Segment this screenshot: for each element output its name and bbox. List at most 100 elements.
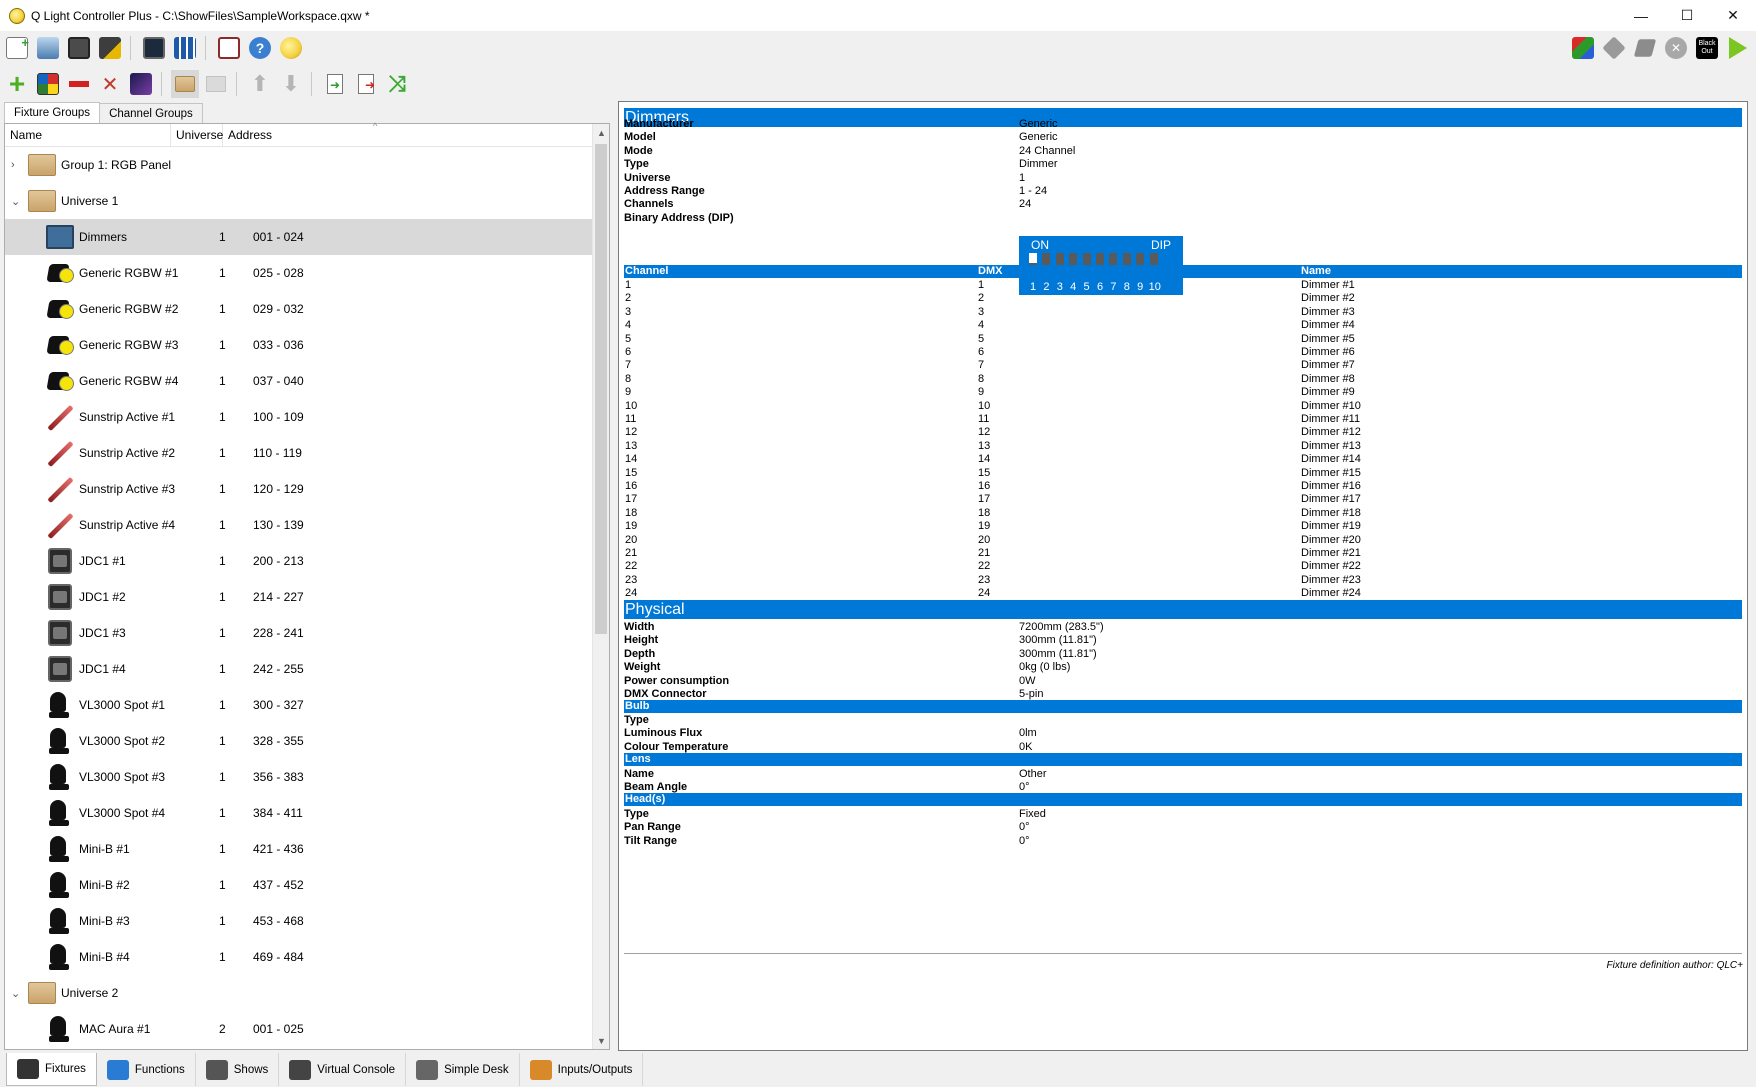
toolbar-separator	[236, 72, 237, 96]
save-as-icon[interactable]	[96, 34, 124, 62]
tree-row[interactable]: Generic RGBW #3 1 033 - 036	[5, 327, 593, 363]
address-tool-icon[interactable]	[171, 34, 199, 62]
tree-row[interactable]: Mini-B #3 1 453 - 468	[5, 903, 593, 939]
tab-fixture-groups[interactable]: Fixture Groups	[4, 102, 101, 123]
import-icon[interactable]: ➜	[321, 70, 349, 98]
add-fixture-icon[interactable]: +	[3, 70, 31, 98]
tree-row[interactable]: Generic RGBW #2 1 029 - 032	[5, 291, 593, 327]
about-icon[interactable]	[277, 34, 305, 62]
move-down-icon[interactable]: ⬇	[277, 70, 305, 98]
scroll-up-icon[interactable]: ▲	[593, 124, 610, 141]
tree-row[interactable]: Mini-B #4 1 469 - 484	[5, 939, 593, 975]
tab-fixtures[interactable]: Fixtures	[6, 1053, 97, 1086]
tab-virtual-console[interactable]: Virtual Console	[279, 1053, 407, 1086]
tree-row[interactable]: Mini-B #1 1 421 - 436	[5, 831, 593, 867]
column-header-universe[interactable]: Universe	[171, 123, 223, 147]
remove-fixture-icon[interactable]	[65, 70, 93, 98]
tree-row[interactable]: VL3000 Spot #3 1 356 - 383	[5, 759, 593, 795]
tree-row[interactable]: Dimmers 1 001 - 024	[5, 219, 593, 255]
tree-row[interactable]: JDC1 #2 1 214 - 227	[5, 579, 593, 615]
expand-icon[interactable]: ›	[11, 159, 21, 171]
fullscreen-icon[interactable]	[215, 34, 243, 62]
tab-functions[interactable]: Functions	[97, 1053, 196, 1086]
column-header-address[interactable]: Address	[223, 124, 593, 147]
tab-simple-desk[interactable]: Simple Desk	[406, 1053, 520, 1086]
stop-all-functions-icon[interactable]	[1600, 34, 1628, 62]
tree-scrollbar[interactable]: ▲ ▼	[592, 124, 609, 1049]
tree-row-name: JDC1 #3	[79, 626, 126, 640]
tree-row[interactable]: JDC1 #1 1 200 - 213	[5, 543, 593, 579]
add-rgb-panel-icon[interactable]	[34, 70, 62, 98]
tree-row-address: 228 - 241	[253, 626, 304, 640]
tree-row[interactable]: Sunstrip Active #1 1 100 - 109	[5, 399, 593, 435]
column-header-name[interactable]: Name	[5, 123, 171, 147]
group-fixture-icon[interactable]	[171, 70, 199, 98]
moving-head-icon-shape	[46, 870, 74, 900]
fade-config-icon[interactable]	[127, 70, 155, 98]
ungroup-fixture-icon[interactable]	[202, 70, 230, 98]
scrollbar-thumb[interactable]	[595, 144, 607, 634]
tree-row[interactable]: VL3000 Spot #1 1 300 - 327	[5, 687, 593, 723]
tree-row[interactable]: JDC1 #4 1 242 - 255	[5, 651, 593, 687]
strobe-icon-shape	[48, 584, 72, 610]
moving-head-icon-shape	[46, 942, 74, 972]
remap-icon[interactable]: ⤨	[383, 70, 411, 98]
tree-row-name: Group 1: RGB Panel	[61, 158, 172, 172]
tab-channel-groups[interactable]: Channel Groups	[99, 103, 203, 123]
open-workspace-icon[interactable]	[34, 34, 62, 62]
tree-row[interactable]: VL3000 Spot #4 1 384 - 411	[5, 795, 593, 831]
tab-inputs-outputs[interactable]: Inputs/Outputs	[520, 1053, 644, 1086]
tree-row[interactable]: ⌄ Universe 1	[5, 183, 593, 219]
tree-row[interactable]: JDC1 #3 1 228 - 241	[5, 615, 593, 651]
tree-row-address: 001 - 024	[253, 230, 304, 244]
moving-head-icon-shape	[46, 834, 74, 864]
toolbar-right-group: ✕ Black Out	[1566, 34, 1752, 62]
channels-header: Channel DMX Name	[624, 265, 1742, 278]
tree-row[interactable]: Sunstrip Active #4 1 130 - 139	[5, 507, 593, 543]
tree-row[interactable]: › Group 1: RGB Panel	[5, 147, 593, 183]
folder-icon-shape	[28, 154, 56, 176]
tree-row[interactable]: Mini-B #2 1 437 - 452	[5, 867, 593, 903]
collapse-icon[interactable]: ⌄	[11, 987, 21, 1000]
monitor-icon[interactable]	[140, 34, 168, 62]
tree-row-name: Mini-B #3	[79, 914, 130, 928]
tree-row[interactable]: ⌄ Universe 2	[5, 975, 593, 1011]
operate-mode-icon[interactable]	[1724, 34, 1752, 62]
export-icon[interactable]: ➜	[352, 70, 380, 98]
blackout-icon[interactable]: Black Out	[1693, 34, 1721, 62]
fixture-tree[interactable]: Name Universe Address ^ › Group 1: RGB Pa…	[4, 121, 610, 1050]
minimize-button[interactable]: —	[1618, 0, 1664, 31]
tree-row[interactable]: Sunstrip Active #2 1 110 - 119	[5, 435, 593, 471]
tree-row[interactable]: Generic RGBW #1 1 025 - 028	[5, 255, 593, 291]
toolbar-separator	[205, 36, 206, 60]
tab-shows[interactable]: Shows	[196, 1053, 280, 1086]
tree-row-universe: 1	[219, 554, 226, 568]
tree-row[interactable]: MAC Aura #1 2 001 - 025	[5, 1011, 593, 1047]
help-icon[interactable]: ?	[246, 34, 274, 62]
tree-row-address: 214 - 227	[253, 590, 304, 604]
move-up-icon[interactable]: ⬆	[246, 70, 274, 98]
close-button[interactable]: ✕	[1710, 0, 1756, 31]
tree-row[interactable]: Sunstrip Active #3 1 120 - 129	[5, 471, 593, 507]
tree-rows: › Group 1: RGB Panel ⌄ Universe 1 Dimmers 1 00…	[5, 147, 593, 1049]
live-edit-icon[interactable]	[1569, 34, 1597, 62]
save-workspace-icon[interactable]	[65, 34, 93, 62]
tree-row-universe: 1	[219, 338, 226, 352]
tree-row[interactable]: Generic RGBW #4 1 037 - 040	[5, 363, 593, 399]
configure-fixture-icon[interactable]: ✕	[96, 70, 124, 98]
stop-icon[interactable]: ✕	[1662, 34, 1690, 62]
tree-row[interactable]: VL3000 Spot #2 1 328 - 355	[5, 723, 593, 759]
scroll-down-icon[interactable]: ▼	[593, 1032, 610, 1049]
par-icon	[45, 366, 75, 396]
moving-head-icon-shape	[46, 1014, 74, 1044]
tree-row-name: JDC1 #2	[79, 590, 126, 604]
group-tabs: Fixture Groups Channel Groups	[4, 102, 610, 123]
maximize-button[interactable]: ☐	[1664, 0, 1710, 31]
moving-head-icon	[45, 690, 75, 720]
tree-row-universe: 1	[219, 914, 226, 928]
collapse-icon[interactable]: ⌄	[11, 195, 21, 208]
par-icon-shape	[46, 296, 74, 322]
tree-row-address: 453 - 468	[253, 914, 304, 928]
kill-icon[interactable]	[1631, 34, 1659, 62]
new-workspace-icon[interactable]: +	[3, 34, 31, 62]
